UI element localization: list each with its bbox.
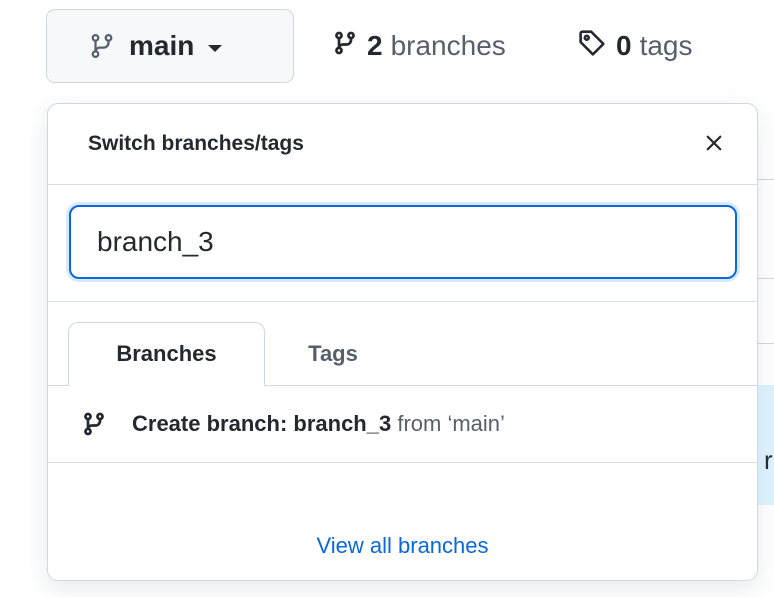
view-all-branches-link[interactable]: View all branches (48, 533, 757, 559)
tags-count-link[interactable]: 0 tags (578, 18, 693, 74)
branches-count: 2 (367, 30, 383, 61)
tab-tags[interactable]: Tags (273, 322, 393, 386)
filter-section (48, 185, 757, 302)
background-partial-text: r (764, 445, 773, 475)
branches-count-link[interactable]: 2 branches (333, 18, 506, 74)
tags-count: 0 (616, 30, 632, 61)
git-branch-icon (82, 410, 106, 438)
dropdown-header: Switch branches/tags (48, 104, 757, 185)
close-button[interactable] (697, 128, 731, 162)
dropdown-tabs: Branches Tags (48, 302, 757, 386)
create-branch-source: from ‘main’ (391, 411, 505, 436)
create-branch-name: branch_3 (293, 411, 392, 436)
git-branch-icon (333, 29, 357, 64)
git-branch-icon (89, 31, 115, 61)
tag-icon (578, 29, 606, 64)
branch-select-button[interactable]: main (46, 9, 294, 83)
branch-switcher-dropdown: Switch branches/tags Branches Tags (47, 103, 758, 581)
chevron-down-icon (208, 44, 223, 52)
tags-label: tags (639, 30, 693, 61)
branch-filter-input[interactable] (69, 205, 737, 279)
dropdown-title: Switch branches/tags (88, 132, 304, 155)
current-branch-label: main (129, 30, 195, 61)
close-icon (704, 133, 724, 158)
create-branch-prefix: Create branch: (132, 411, 294, 436)
create-branch-item[interactable]: Create branch: branch_3 from ‘main’ (48, 386, 757, 463)
tab-branches[interactable]: Branches (68, 322, 265, 386)
branches-label: branches (390, 30, 506, 61)
